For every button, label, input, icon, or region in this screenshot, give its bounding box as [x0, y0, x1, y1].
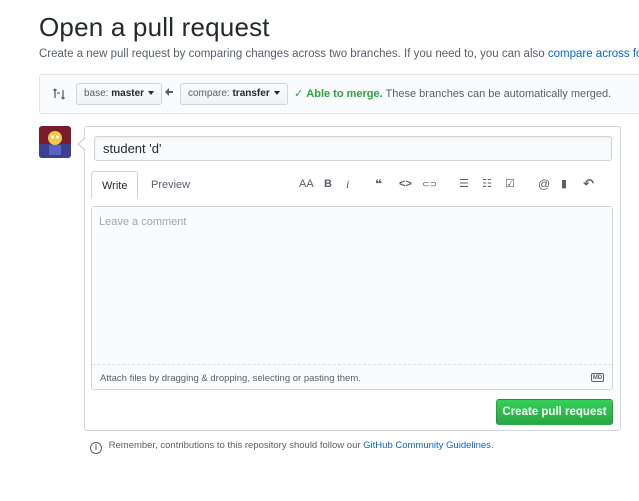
compare-across-forks-link[interactable]: compare across forks: [548, 48, 639, 60]
compare-branch-prefix: compare:: [188, 88, 230, 99]
git-compare-icon: [52, 87, 66, 101]
merge-status: ✓ Able to merge. These branches can be a…: [294, 87, 611, 100]
chevron-down-icon: [148, 91, 155, 96]
tab-write[interactable]: Write: [91, 171, 139, 199]
italic-icon[interactable]: i: [346, 174, 349, 194]
page-subtitle: Create a new pull request by comparing c…: [39, 48, 639, 60]
community-guidelines-link[interactable]: GitHub Community Guidelines: [363, 440, 491, 451]
subtitle-text: Create a new pull request by comparing c…: [39, 48, 545, 60]
avatar[interactable]: [39, 126, 71, 158]
chevron-down-icon: [273, 91, 280, 96]
quote-icon[interactable]: ❝: [375, 174, 382, 194]
ordered-list-icon[interactable]: ☷: [482, 174, 492, 194]
create-pull-request-button[interactable]: Create pull request: [496, 399, 613, 425]
comment-textarea[interactable]: [92, 207, 612, 365]
base-branch-prefix: base:: [84, 88, 109, 99]
merge-status-detail: These branches can be automatically merg…: [385, 88, 612, 100]
pr-title-input[interactable]: [94, 136, 612, 161]
reference-icon[interactable]: ▮: [561, 174, 567, 194]
code-icon[interactable]: <>: [399, 174, 412, 194]
comment-editor: Attach files by dragging & dropping, sel…: [91, 206, 613, 390]
base-branch-name: master: [111, 88, 145, 99]
branch-range-bar: base: master compare: transfer ✓ Able to…: [39, 74, 639, 114]
reply-icon[interactable]: ↶: [583, 174, 594, 194]
info-icon: i: [90, 442, 102, 454]
bold-icon[interactable]: B: [324, 174, 332, 194]
compare-branch-select[interactable]: compare: transfer: [180, 83, 288, 105]
pull-request-form: Write Preview AA B i ❝ <> ⊂⊃ ☰ ☷ ☑ @ ▮ ↶…: [77, 126, 621, 431]
note-text: Remember, contributions to this reposito…: [108, 440, 361, 451]
tab-preview[interactable]: Preview: [141, 171, 200, 199]
note-end: .: [490, 440, 494, 451]
contribution-note: i Remember, contributions to this reposi…: [90, 440, 494, 454]
link-icon[interactable]: ⊂⊃: [422, 174, 437, 194]
mention-icon[interactable]: @: [538, 174, 550, 194]
base-branch-select[interactable]: base: master: [76, 83, 163, 105]
attach-files-hint[interactable]: Attach files by dragging & dropping, sel…: [100, 373, 361, 384]
page-title: Open a pull request: [39, 12, 270, 42]
task-list-icon[interactable]: ☑: [505, 174, 515, 194]
compare-branch-name: transfer: [232, 88, 270, 99]
merge-status-label: Able to merge.: [306, 88, 383, 100]
markdown-icon[interactable]: MD: [591, 373, 604, 382]
heading-icon[interactable]: AA: [299, 174, 314, 194]
check-icon: ✓: [294, 88, 304, 100]
arrow-left-icon: [164, 86, 174, 100]
unordered-list-icon[interactable]: ☰: [459, 174, 469, 194]
